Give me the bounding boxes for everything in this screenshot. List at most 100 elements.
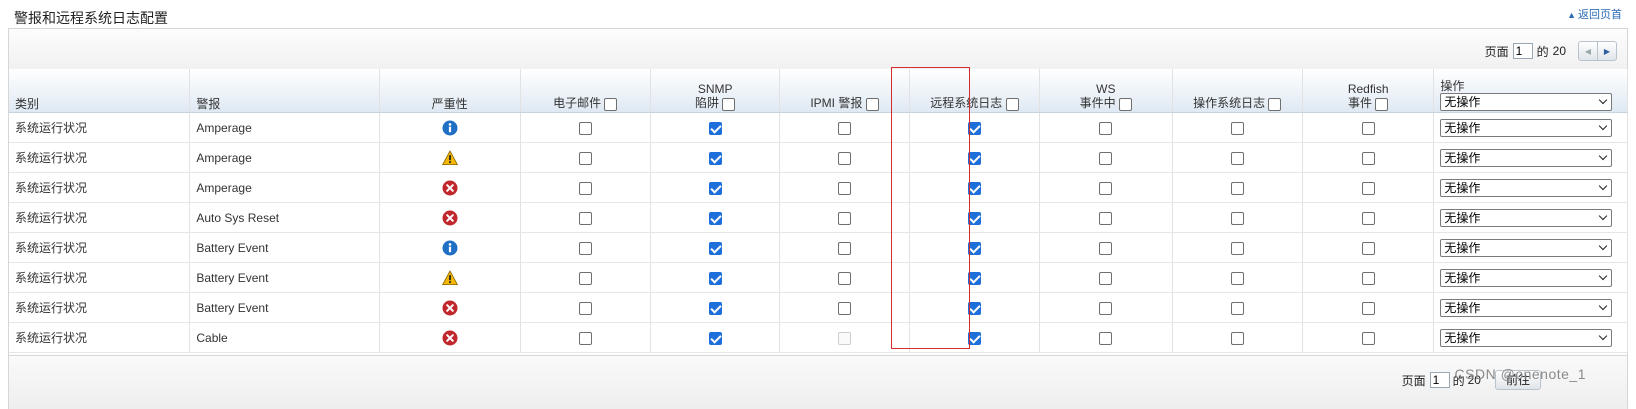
redfish-event-checkbox[interactable] bbox=[1361, 181, 1375, 195]
action-select[interactable]: 无操作 bbox=[1440, 208, 1613, 227]
action-select[interactable]: 无操作 bbox=[1440, 298, 1613, 317]
ws-event-checkbox[interactable] bbox=[1099, 331, 1113, 345]
redfish-event-checkbox[interactable] bbox=[1361, 151, 1375, 165]
email-checkbox[interactable] bbox=[578, 121, 592, 135]
os-log-checkbox[interactable] bbox=[1230, 301, 1244, 315]
redfish-event-checkbox[interactable] bbox=[1361, 301, 1375, 315]
os-log-checkbox[interactable] bbox=[1230, 271, 1244, 285]
cell-snmp bbox=[650, 112, 781, 143]
remote-syslog-checkbox[interactable] bbox=[967, 331, 981, 345]
cell-action: 无操作 bbox=[1433, 232, 1628, 263]
remote-syslog-checkbox[interactable] bbox=[967, 241, 981, 255]
remote-syslog-checkbox[interactable] bbox=[967, 181, 981, 195]
remote-syslog-checkbox[interactable] bbox=[967, 121, 981, 135]
select-all-ipmi-checkbox[interactable] bbox=[865, 98, 879, 111]
select-all-redfish-checkbox[interactable] bbox=[1375, 98, 1389, 111]
cell-alert: Amperage bbox=[189, 172, 380, 203]
ws-event-checkbox[interactable] bbox=[1099, 271, 1113, 285]
cell-severity bbox=[379, 172, 521, 203]
page-number-input-bottom[interactable] bbox=[1429, 372, 1450, 388]
select-all-email-checkbox[interactable] bbox=[604, 98, 618, 111]
cell-snmp bbox=[650, 202, 781, 233]
page-label: 页面 bbox=[1484, 44, 1509, 59]
next-page-button[interactable]: ▶ bbox=[1597, 42, 1616, 60]
cell-remote-syslog bbox=[909, 262, 1041, 293]
email-checkbox[interactable] bbox=[578, 241, 592, 255]
snmp-trap-checkbox[interactable] bbox=[708, 211, 722, 225]
redfish-event-checkbox[interactable] bbox=[1361, 211, 1375, 225]
remote-syslog-checkbox[interactable] bbox=[967, 211, 981, 225]
cell-ws bbox=[1039, 172, 1173, 203]
cell-ipmi bbox=[779, 202, 910, 233]
cell-ipmi bbox=[779, 262, 910, 293]
os-log-checkbox[interactable] bbox=[1230, 241, 1244, 255]
snmp-trap-checkbox[interactable] bbox=[708, 181, 722, 195]
ws-event-checkbox[interactable] bbox=[1099, 151, 1113, 165]
cell-severity bbox=[379, 232, 521, 263]
snmp-trap-checkbox[interactable] bbox=[708, 121, 722, 135]
action-select[interactable]: 无操作 bbox=[1440, 178, 1613, 197]
ws-event-checkbox[interactable] bbox=[1099, 181, 1113, 195]
snmp-trap-checkbox[interactable] bbox=[708, 151, 722, 165]
cell-severity bbox=[379, 142, 521, 173]
ws-event-checkbox[interactable] bbox=[1099, 211, 1113, 225]
bulk-action-select[interactable]: 无操作 bbox=[1440, 93, 1613, 111]
ipmi-alert-checkbox[interactable] bbox=[838, 241, 851, 255]
redfish-event-checkbox[interactable] bbox=[1361, 121, 1375, 135]
email-checkbox[interactable] bbox=[578, 181, 592, 195]
ws-event-checkbox[interactable] bbox=[1099, 301, 1113, 315]
email-checkbox[interactable] bbox=[578, 301, 592, 315]
prev-page-button[interactable]: ◀ bbox=[1579, 42, 1597, 60]
table-row: 系统运行状况 Cable 无操作 bbox=[9, 322, 1628, 353]
ws-event-checkbox[interactable] bbox=[1099, 241, 1113, 255]
action-select[interactable]: 无操作 bbox=[1440, 328, 1613, 347]
ws-event-checkbox[interactable] bbox=[1099, 121, 1113, 135]
action-select[interactable]: 无操作 bbox=[1440, 118, 1613, 137]
snmp-trap-checkbox[interactable] bbox=[708, 301, 722, 315]
ipmi-alert-checkbox[interactable] bbox=[838, 151, 851, 165]
snmp-trap-checkbox[interactable] bbox=[708, 241, 722, 255]
os-log-checkbox[interactable] bbox=[1230, 121, 1244, 135]
remote-syslog-checkbox[interactable] bbox=[967, 301, 981, 315]
pager-nav: ◀ ▶ bbox=[1578, 41, 1617, 61]
remote-syslog-checkbox[interactable] bbox=[967, 151, 981, 165]
info-icon bbox=[442, 240, 458, 255]
table-row: 系统运行状况 Battery Event 无操作 bbox=[9, 262, 1628, 293]
email-checkbox[interactable] bbox=[578, 331, 592, 345]
cell-category: 系统运行状况 bbox=[9, 112, 191, 143]
cell-os-log bbox=[1172, 292, 1303, 323]
select-all-os-log-checkbox[interactable] bbox=[1268, 98, 1282, 111]
email-checkbox[interactable] bbox=[578, 151, 592, 165]
select-all-ws-checkbox[interactable] bbox=[1118, 98, 1132, 111]
redfish-event-checkbox[interactable] bbox=[1361, 331, 1375, 345]
action-select[interactable]: 无操作 bbox=[1440, 238, 1613, 257]
action-select[interactable]: 无操作 bbox=[1440, 148, 1613, 167]
back-to-top-link[interactable]: ▲ 返回页首 bbox=[1567, 6, 1622, 22]
os-log-checkbox[interactable] bbox=[1230, 151, 1244, 165]
page-number-input[interactable] bbox=[1512, 43, 1533, 59]
os-log-checkbox[interactable] bbox=[1230, 331, 1244, 345]
cell-ipmi bbox=[779, 292, 910, 323]
ipmi-alert-checkbox[interactable] bbox=[838, 271, 851, 285]
email-checkbox[interactable] bbox=[578, 211, 592, 225]
cell-ipmi bbox=[779, 142, 910, 173]
snmp-trap-checkbox[interactable] bbox=[708, 271, 722, 285]
action-select[interactable]: 无操作 bbox=[1440, 268, 1613, 287]
cell-os-log bbox=[1172, 322, 1303, 353]
redfish-event-checkbox[interactable] bbox=[1361, 271, 1375, 285]
cell-redfish bbox=[1302, 172, 1435, 203]
remote-syslog-checkbox[interactable] bbox=[967, 271, 981, 285]
email-checkbox[interactable] bbox=[578, 271, 592, 285]
ipmi-alert-checkbox[interactable] bbox=[838, 181, 851, 195]
snmp-trap-checkbox[interactable] bbox=[708, 331, 722, 345]
col-header-remote-syslog: 远程系统日志 bbox=[909, 69, 1041, 113]
os-log-checkbox[interactable] bbox=[1230, 181, 1244, 195]
ipmi-alert-checkbox[interactable] bbox=[838, 301, 851, 315]
os-log-checkbox[interactable] bbox=[1230, 211, 1244, 225]
select-all-snmp-checkbox[interactable] bbox=[722, 98, 736, 111]
ipmi-alert-checkbox[interactable] bbox=[838, 211, 851, 225]
redfish-event-checkbox[interactable] bbox=[1361, 241, 1375, 255]
ipmi-alert-checkbox[interactable] bbox=[838, 121, 851, 135]
cell-redfish bbox=[1302, 142, 1435, 173]
select-all-remote-syslog-checkbox[interactable] bbox=[1005, 98, 1019, 111]
